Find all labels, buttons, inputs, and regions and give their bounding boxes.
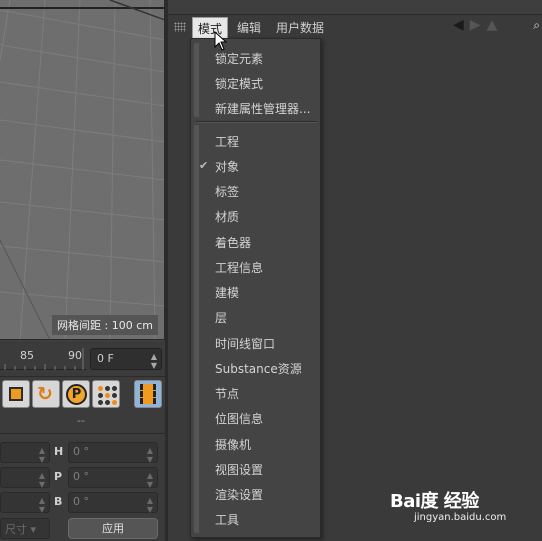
- position-field[interactable]: ▲ ▼: [0, 492, 50, 514]
- dot-icon: [105, 393, 110, 398]
- film-icon: [140, 384, 156, 404]
- checkmark-icon: ✔: [199, 159, 209, 172]
- ruler-ticks: [4, 348, 84, 370]
- record-key-button[interactable]: [2, 380, 30, 408]
- menu-item-substance[interactable]: Substance资源: [215, 360, 302, 377]
- timeline-window-button[interactable]: [134, 380, 162, 408]
- position-field[interactable]: ▲ ▼: [0, 467, 50, 489]
- keyframe-icon: [9, 387, 23, 401]
- apply-button[interactable]: 应用: [68, 518, 158, 539]
- menu-item-node[interactable]: 节点: [215, 385, 239, 402]
- menu-item-camera[interactable]: 摄像机: [215, 436, 251, 453]
- current-frame-field[interactable]: 0 F ▲ ▼: [90, 348, 162, 370]
- size-mode-select[interactable]: 尺寸 ▾: [0, 518, 50, 539]
- panel-top-strip: [168, 0, 542, 14]
- size-mode-value: 尺寸: [5, 523, 27, 536]
- perspective-grid: [0, 0, 164, 339]
- watermark-logo: Bai度 经验: [390, 491, 479, 512]
- dot-icon: [105, 400, 110, 405]
- field-value: 0 °: [73, 495, 89, 508]
- spinner-icon[interactable]: ▲ ▼: [147, 496, 153, 514]
- point-level-button[interactable]: [92, 380, 120, 408]
- mouse-cursor-icon: [214, 31, 228, 51]
- menu-item-object[interactable]: 对象: [215, 158, 239, 175]
- menu-item-tag[interactable]: 标签: [215, 183, 239, 200]
- field-value: 0 °: [73, 445, 89, 458]
- axis-label: H: [54, 445, 64, 458]
- dot-icon: [105, 386, 110, 391]
- timeline-ruler[interactable]: 85 90: [0, 348, 86, 370]
- menu-item-modeling[interactable]: 建模: [215, 284, 239, 301]
- menu-item-new-manager[interactable]: 新建属性管理器...: [215, 100, 310, 117]
- parameter-key-button[interactable]: P: [62, 380, 90, 408]
- rotation-p-field[interactable]: 0 ° ▲ ▼: [68, 467, 158, 489]
- up-arrow-icon[interactable]: ▲: [487, 17, 498, 33]
- position-field[interactable]: ▲ ▼: [0, 442, 50, 464]
- menu-item-shader[interactable]: 着色器: [215, 234, 251, 251]
- menu-item-render-settings[interactable]: 渲染设置: [215, 486, 263, 503]
- back-arrow-icon[interactable]: ◀: [453, 17, 464, 33]
- spinner-icon[interactable]: ▲ ▼: [39, 496, 45, 514]
- search-icon[interactable]: ⌕: [533, 18, 540, 33]
- menu-edit[interactable]: 编辑: [237, 19, 261, 36]
- p-icon: P: [66, 384, 87, 405]
- spinner-icon[interactable]: ▲ ▼: [147, 471, 153, 489]
- axis-label: B: [54, 495, 63, 508]
- menu-item-bitmap-info[interactable]: 位图信息: [215, 410, 263, 427]
- attr-row-h: ▲ ▼ H 0 ° ▲ ▼: [0, 442, 165, 464]
- grid-spacing-label: 网格间距 : 100 cm: [52, 315, 158, 335]
- spinner-icon[interactable]: ▲ ▼: [39, 471, 45, 489]
- coordinates-panel: -- ▲ ▼ H 0 ° ▲ ▼ ▲ ▼ P 0 ° ▲ ▼ ▲ ▼ B 0 ° ▲ ▼ 尺寸 ▾…: [0, 410, 165, 541]
- attr-row-p: ▲ ▼ P 0 ° ▲ ▼: [0, 467, 165, 489]
- autokey-button[interactable]: ↻: [32, 380, 60, 408]
- menu-gutter: [194, 125, 199, 533]
- navigation-arrows: ◀ ▶ ▲: [453, 17, 503, 33]
- rotate-icon: ↻: [37, 383, 53, 405]
- menu-separator: [196, 121, 317, 123]
- dot-icon: [98, 400, 103, 405]
- menu-gutter: [194, 43, 199, 117]
- axis-label: P: [54, 470, 63, 483]
- dot-icon: [98, 393, 103, 398]
- timeline-bar: 85 90 0 F ▲ ▼: [0, 342, 165, 376]
- baidu-jingyan-watermark: Bai度 经验 jingyan.baidu.com: [390, 485, 540, 535]
- spinner-icon[interactable]: ▲ ▼: [39, 446, 45, 464]
- dot-icon: [112, 393, 117, 398]
- coordinates-header: --: [0, 414, 165, 434]
- dot-icon: [112, 400, 117, 405]
- field-value: 0 °: [73, 470, 89, 483]
- menu-user-data[interactable]: 用户数据: [276, 19, 324, 36]
- rotation-h-field[interactable]: 0 ° ▲ ▼: [68, 442, 158, 464]
- menu-item-material[interactable]: 材质: [215, 208, 239, 225]
- 3d-viewport[interactable]: 网格间距 : 100 cm: [0, 0, 165, 340]
- grip-icon[interactable]: [174, 22, 186, 32]
- spinner-icon[interactable]: ▲ ▼: [151, 352, 157, 370]
- animation-toolbar: ↻ P: [0, 376, 165, 410]
- menu-item-lock-mode[interactable]: 锁定模式: [215, 75, 263, 92]
- forward-arrow-icon[interactable]: ▶: [470, 17, 481, 33]
- menu-item-tools[interactable]: 工具: [215, 511, 239, 528]
- menu-item-timeline-window[interactable]: 时间线窗口: [215, 335, 275, 352]
- menu-item-project-info[interactable]: 工程信息: [215, 259, 263, 276]
- mode-dropdown-menu: 锁定元素 锁定模式 新建属性管理器... 工程 ✔ 对象 标签 材质 着色器 工…: [190, 38, 321, 538]
- rotation-b-field[interactable]: 0 ° ▲ ▼: [68, 492, 158, 514]
- watermark-url: jingyan.baidu.com: [414, 512, 507, 523]
- menu-item-lock-element[interactable]: 锁定元素: [215, 50, 263, 67]
- dot-icon: [98, 386, 103, 391]
- spinner-icon[interactable]: ▲ ▼: [147, 446, 153, 464]
- menu-item-view-settings[interactable]: 视图设置: [215, 461, 263, 478]
- current-frame-value: 0 F: [97, 352, 114, 365]
- attr-row-b: ▲ ▼ B 0 ° ▲ ▼: [0, 492, 165, 514]
- menu-item-project[interactable]: 工程: [215, 133, 239, 150]
- dot-icon: [112, 386, 117, 391]
- menu-item-layer[interactable]: 层: [215, 309, 227, 326]
